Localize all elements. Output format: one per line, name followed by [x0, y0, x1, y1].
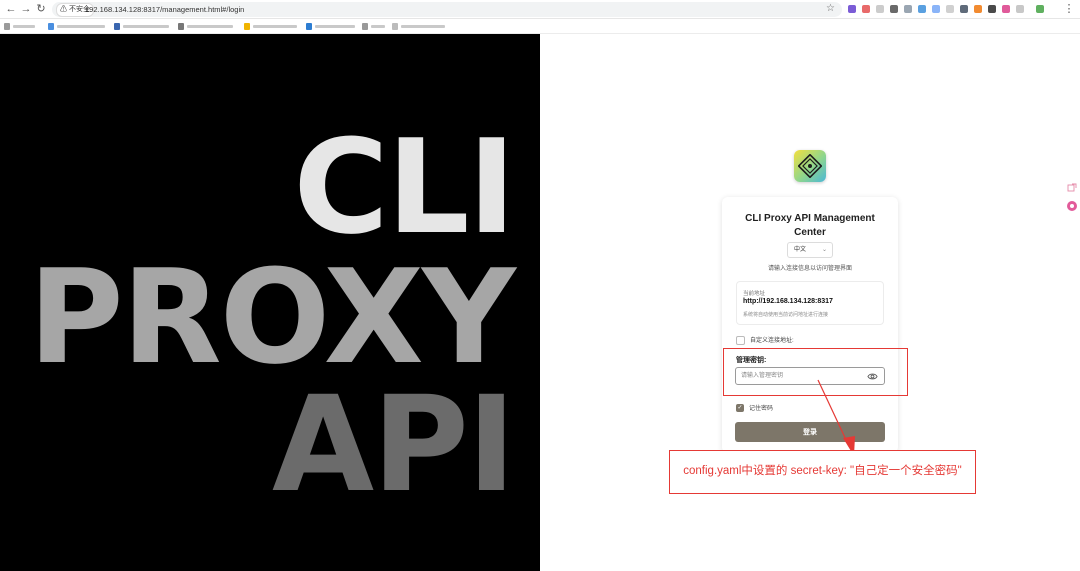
- browser-toolbar: ← → ↻ ⚠ 不安全 192.168.134.128:8317/managem…: [0, 0, 1080, 19]
- bookmark-star-icon[interactable]: ☆: [826, 2, 835, 16]
- extension-icon[interactable]: [1036, 5, 1044, 13]
- page-title-line-1: CLI Proxy API Management: [745, 213, 875, 224]
- extension-icon[interactable]: [988, 5, 996, 13]
- extension-icon[interactable]: [1002, 5, 1010, 13]
- extension-icon[interactable]: [1016, 5, 1024, 13]
- remember-password-toggle[interactable]: ✓ 记住密码: [736, 403, 774, 413]
- page-title-line-2: Center: [794, 227, 826, 238]
- custom-address-toggle[interactable]: 自定义连接地址:: [736, 335, 794, 345]
- language-selected-value: 中文: [794, 247, 807, 253]
- bookmark-item[interactable]: [362, 23, 388, 30]
- bookmark-item[interactable]: [114, 23, 172, 30]
- extension-icon[interactable]: [946, 5, 954, 13]
- assistant-icon[interactable]: [1067, 201, 1077, 211]
- menu-icon[interactable]: ⋮: [1062, 2, 1076, 16]
- remember-password-label: 记住密码: [749, 406, 774, 412]
- chevron-down-icon: ⌄: [821, 247, 827, 253]
- back-icon[interactable]: ←: [4, 2, 18, 16]
- current-address-label: 当前地址: [743, 291, 766, 297]
- extension-icon[interactable]: [848, 5, 856, 13]
- url-text[interactable]: 192.168.134.128:8317/management.html#/lo…: [85, 2, 244, 17]
- hero-panel: CLI PROXY API: [0, 34, 540, 571]
- current-address-panel: 当前地址 http://192.168.134.128:8317 系统将自动使用…: [736, 281, 884, 325]
- extension-icon[interactable]: [918, 5, 926, 13]
- bookmarks-bar: [0, 19, 1080, 34]
- subtitle: 请输入连接信息以访问管理界面: [767, 266, 852, 272]
- hero-word-proxy: PROXY: [28, 241, 516, 393]
- page-title: CLI Proxy API Management Center: [722, 212, 898, 240]
- extension-icon[interactable]: [876, 5, 884, 13]
- bookmark-item[interactable]: [4, 23, 38, 30]
- extension-icon[interactable]: [862, 5, 870, 13]
- extension-icon[interactable]: [960, 5, 968, 13]
- share-icon[interactable]: [1067, 183, 1077, 193]
- hero-word-api: API: [271, 368, 516, 522]
- language-select[interactable]: 中文 ⌄: [787, 242, 833, 258]
- current-address-value: http://192.168.134.128:8317: [743, 298, 833, 305]
- extension-icon[interactable]: [890, 5, 898, 13]
- annotation-callout: config.yaml中设置的 secret-key: "自己定一个安全密码": [669, 450, 976, 494]
- current-address-hint: 系统将自动使用当前访问地址进行连接: [743, 312, 829, 318]
- custom-address-label: 自定义连接地址:: [750, 338, 794, 344]
- address-bar[interactable]: ⚠ 不安全 192.168.134.128:8317/management.ht…: [52, 2, 842, 17]
- bookmark-item[interactable]: [244, 23, 300, 30]
- app-logo-mark: [798, 154, 822, 178]
- extension-icon[interactable]: [974, 5, 982, 13]
- hero-word-cli: CLI: [293, 111, 516, 263]
- bookmark-item[interactable]: [306, 23, 358, 30]
- bookmark-item[interactable]: [48, 23, 108, 30]
- custom-address-checkbox[interactable]: [736, 335, 745, 345]
- forward-icon[interactable]: →: [19, 2, 33, 16]
- bookmark-item[interactable]: [178, 23, 236, 30]
- annotation-arrow-icon: [817, 379, 855, 456]
- extension-icon[interactable]: [932, 5, 940, 13]
- extension-icon[interactable]: [904, 5, 912, 13]
- bookmark-item[interactable]: [392, 23, 448, 30]
- remember-password-checkbox[interactable]: ✓: [736, 404, 744, 413]
- app-logo: [794, 150, 826, 182]
- reload-icon[interactable]: ↻: [34, 2, 48, 16]
